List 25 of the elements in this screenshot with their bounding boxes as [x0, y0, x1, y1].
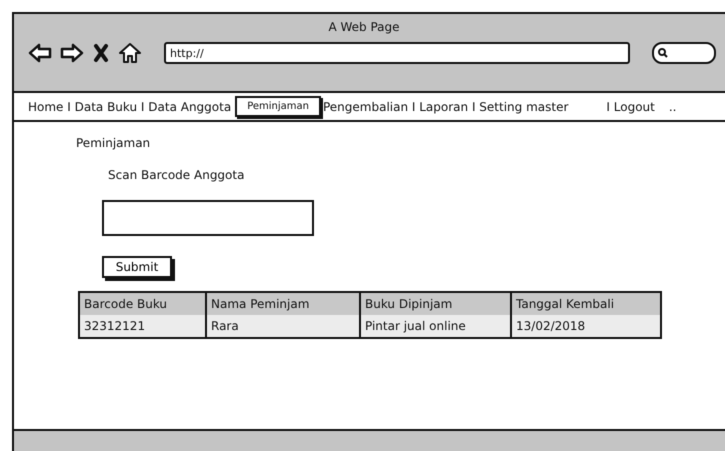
table-cell: 13/02/2018	[510, 315, 660, 337]
submit-button[interactable]: Submit	[102, 256, 172, 278]
page-heading: Peminjaman	[76, 136, 152, 150]
search-icon	[658, 48, 668, 58]
close-icon[interactable]	[92, 42, 110, 64]
address-bar[interactable]: http://	[164, 42, 630, 64]
window-title: A Web Page	[327, 20, 401, 34]
column-header: Buku Dipinjam	[359, 293, 510, 315]
column-header: Barcode Buku	[80, 293, 205, 315]
nav-link[interactable]: I Logout	[606, 100, 655, 114]
table-cell: Pintar jual online	[359, 315, 510, 337]
nav-tab[interactable]: Peminjaman	[235, 96, 321, 117]
column-header: Nama Peminjam	[205, 293, 359, 315]
back-icon[interactable]	[28, 42, 52, 64]
nav-link[interactable]: Pengembalian I Laporan I Setting master	[322, 100, 568, 114]
nav-link[interactable]: Home I Data Buku I Data Anggota	[28, 100, 232, 114]
table-cell: Rara	[205, 315, 359, 337]
barcode-input[interactable]	[102, 200, 314, 236]
column-header: Tanggal Kembali	[510, 293, 660, 315]
table-cell: 32312121	[80, 315, 205, 337]
nav-link[interactable]: ..	[668, 100, 676, 114]
home-icon[interactable]	[118, 42, 142, 64]
field-label: Scan Barcode Anggota	[108, 168, 246, 182]
search-field[interactable]	[652, 42, 716, 64]
forward-icon[interactable]	[60, 42, 84, 64]
